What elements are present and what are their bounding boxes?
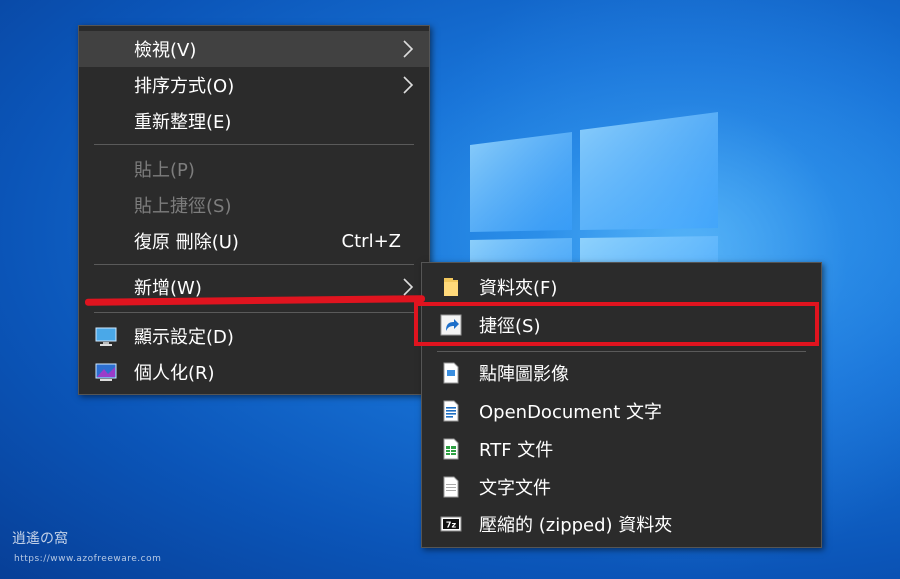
menu-item-label: 貼上捷徑(S) (134, 196, 232, 217)
menu-separator (94, 144, 414, 145)
text-document-icon (443, 476, 459, 498)
bitmap-icon (443, 362, 459, 384)
watermark-text: 逍遙の窩 (12, 531, 68, 547)
shortcut-text: Ctrl+Z (341, 230, 401, 252)
submenu-item-odt[interactable]: OpenDocument 文字 (422, 393, 821, 429)
submenu-item-label: 點陣圖影像 (479, 364, 569, 385)
svg-text:7z: 7z (446, 521, 457, 530)
submenu-item-bitmap[interactable]: 點陣圖影像 (422, 355, 821, 391)
submenu-item-label: RTF 文件 (479, 440, 554, 461)
menu-item-refresh[interactable]: 重新整理(E) (79, 103, 429, 139)
menu-item-label: 新增(W) (134, 278, 202, 299)
annotation-highlight-box (414, 302, 819, 346)
menu-item-label: 排序方式(O) (134, 76, 235, 97)
chevron-right-icon (403, 40, 414, 58)
desktop-context-menu: 檢視(V) 排序方式(O) 重新整理(E) 貼上(P) 貼上捷徑(S) 復原 刪… (78, 25, 430, 395)
rtf-document-icon (443, 438, 459, 460)
personalize-icon (95, 363, 117, 381)
menu-item-sort-by[interactable]: 排序方式(O) (79, 67, 429, 103)
submenu-item-label: 文字文件 (479, 478, 551, 499)
menu-item-label: 復原 刪除(U) (134, 232, 239, 253)
chevron-right-icon (403, 76, 414, 94)
submenu-item-folder[interactable]: 資料夾(F) (422, 269, 821, 305)
odt-document-icon (443, 400, 459, 422)
menu-item-paste-shortcut[interactable]: 貼上捷徑(S) (79, 187, 429, 223)
menu-item-display-settings[interactable]: 顯示設定(D) (79, 318, 429, 354)
menu-separator (94, 312, 414, 313)
submenu-item-rtf[interactable]: RTF 文件 (422, 431, 821, 467)
menu-item-label: 貼上(P) (134, 160, 195, 181)
menu-item-paste[interactable]: 貼上(P) (79, 151, 429, 187)
folder-icon (444, 278, 458, 296)
menu-separator (437, 351, 806, 352)
submenu-item-label: 壓縮的 (zipped) 資料夾 (479, 515, 673, 536)
menu-item-label: 重新整理(E) (134, 112, 232, 133)
watermark-url: https://www.azofreeware.com (14, 554, 162, 564)
menu-item-view[interactable]: 檢視(V) (79, 31, 429, 67)
menu-item-undo-delete[interactable]: 復原 刪除(U) Ctrl+Z (79, 223, 429, 259)
menu-item-label: 顯示設定(D) (134, 327, 234, 348)
7z-archive-icon: 7z (440, 516, 462, 532)
menu-item-personalize[interactable]: 個人化(R) (79, 354, 429, 390)
menu-separator (94, 264, 414, 265)
menu-item-label: 檢視(V) (134, 40, 197, 61)
menu-item-label: 個人化(R) (134, 363, 215, 384)
submenu-item-text-document[interactable]: 文字文件 (422, 469, 821, 505)
submenu-item-label: OpenDocument 文字 (479, 402, 663, 423)
submenu-item-zipped-folder[interactable]: 7z 壓縮的 (zipped) 資料夾 (422, 506, 821, 542)
submenu-item-label: 資料夾(F) (479, 278, 558, 299)
display-settings-icon (95, 327, 117, 346)
chevron-right-icon (403, 278, 414, 296)
